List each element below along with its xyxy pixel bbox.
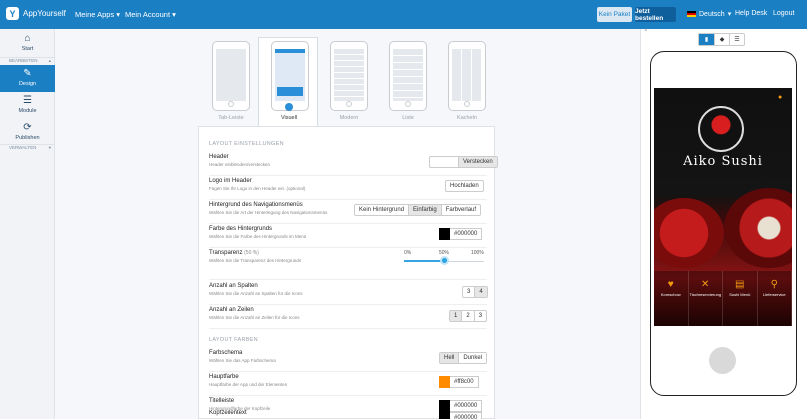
upload-button[interactable]: Hochladen — [445, 180, 484, 192]
sushi-logo-icon — [698, 106, 744, 152]
device-switcher[interactable]: ▮ ◆ ☰ — [698, 33, 745, 46]
layout-thumb-tiles[interactable] — [448, 41, 486, 111]
heart-icon: ♥ — [667, 279, 674, 290]
edit-icon: ✎ — [23, 68, 32, 79]
sidebar-section-edit: BEARBEITEN ▴ — [0, 57, 55, 65]
sidebar-item-publish[interactable]: ⟳ Publishen — [0, 119, 55, 146]
list-device-icon[interactable]: ☰ — [729, 34, 744, 45]
bg-color-picker[interactable]: #000000 — [439, 228, 483, 240]
setting-header: Header Header einblenden/verstecken Vers… — [209, 154, 498, 176]
menu-tiles: ♥ Koreschow ✕ Tischreservierung ▤ Sushi Men… — [654, 271, 792, 326]
settings-panel: LAYOUT EINSTELLUNGEN Header Header einbl… — [198, 126, 498, 419]
app-name: AppYourself — [23, 9, 66, 18]
logout-link[interactable]: Logout — [773, 10, 794, 17]
setting-logo: Logo im Header Fügen Sie Ihr Logo in den… — [209, 178, 487, 200]
setting-columns: Anzahl an Spalten Wählen Sie die Anzahl … — [209, 283, 488, 305]
app-logo[interactable]: Y AppYourself — [6, 7, 66, 20]
tile-reservation[interactable]: ✕ Tischreservierung — [688, 271, 723, 326]
user-icon[interactable]: ● — [778, 94, 786, 102]
language-select[interactable]: Deutsch ▾ — [687, 10, 731, 18]
cutlery-icon: ✕ — [701, 279, 710, 290]
main-color-picker[interactable]: #ff8c00 — [439, 376, 479, 388]
phone-home-button — [709, 347, 736, 374]
color-swatch — [439, 376, 450, 388]
color-swatch — [439, 412, 450, 419]
tile-delivery[interactable]: ⚲ Lieferservice — [757, 271, 792, 326]
layout-label-tiles: Kacheln — [457, 115, 477, 121]
layout-label-list: Liste — [402, 115, 414, 121]
sidebar-item-module[interactable]: ☰ Module — [0, 92, 55, 119]
scheme-toggle[interactable]: Hell Dunkel — [439, 352, 488, 364]
sidebar-item-start[interactable]: ⌂ Start — [0, 30, 55, 57]
columns-toggle[interactable]: 3 4 — [462, 286, 488, 298]
setting-main-color: Hauptfarbe Hauptfarbe der App und der El… — [209, 374, 487, 396]
app-preview-screen: Aiko Sushi ● ♥ Koreschow ✕ Tischreservieru… — [654, 88, 792, 326]
sidebar-item-design[interactable]: ✎ Design — [0, 65, 55, 92]
tablet-device-icon[interactable]: ◆ — [714, 34, 729, 45]
help-desk-link[interactable]: Help Desk — [735, 10, 767, 17]
section-layout-colors: LAYOUT FARBEN — [209, 337, 258, 343]
app-title: Aiko Sushi — [683, 154, 763, 169]
menu-icon: ☰ — [23, 95, 32, 106]
preview-pane: × ▮ ◆ ☰ Aiko Sushi ● ♥ Koreschow ✕ Tischre… — [640, 28, 807, 419]
layout-thumb-list[interactable] — [389, 41, 427, 111]
header-text-color-picker[interactable]: #000000 — [439, 412, 483, 419]
refresh-icon: ⟳ — [23, 122, 32, 133]
logo-icon: Y — [6, 7, 19, 20]
layout-label-tab-bar: Tab-Leiste — [218, 115, 244, 121]
bike-icon: ⚲ — [770, 279, 778, 290]
header-toggle[interactable]: Verstecken — [429, 156, 498, 168]
layout-thumb-tab-bar[interactable] — [212, 41, 250, 111]
setting-transparency: Transparenz (50 %) Wählen Sie die Transp… — [209, 250, 487, 280]
phone-frame: Aiko Sushi ● ♥ Koreschow ✕ Tischreservieru… — [650, 51, 797, 396]
section-layout-settings: LAYOUT EINSTELLUNGEN — [209, 141, 284, 147]
setting-color-scheme: Farbschema Wählen Sie das App Farbschema… — [209, 350, 488, 372]
nav-my-account[interactable]: Mein Account ▾ — [125, 10, 176, 19]
color-swatch — [439, 228, 450, 240]
book-icon: ▤ — [735, 279, 745, 290]
sidebar-section-manage: VERWALTEN ▾ — [0, 144, 55, 152]
main-content: Tab-Leiste Visuell Modern Liste Kacheln … — [55, 29, 640, 419]
setting-bg-color: Farbe des Hintergrunds Wählen Sie die Fa… — [209, 226, 487, 248]
transparency-slider-handle[interactable] — [440, 256, 449, 265]
setting-header-text: Kopfzeilentext #000000 — [209, 410, 487, 419]
layout-label-modern: Modern — [339, 115, 359, 121]
german-flag-icon — [687, 11, 696, 17]
buy-button[interactable]: Jetzt bestellen — [635, 7, 676, 22]
rows-toggle[interactable]: 1 2 3 — [449, 310, 488, 322]
top-bar: Y AppYourself Meine Apps ▾ Mein Account … — [0, 0, 807, 29]
layout-thumb-modern[interactable] — [330, 41, 368, 111]
tile-kontakt[interactable]: ♥ Koreschow — [654, 271, 689, 326]
tile-menu[interactable]: ▤ Sushi Menü — [723, 271, 758, 326]
home-icon: ⌂ — [24, 33, 31, 44]
setting-nav-background: Hintergrund des Navigationsmenüs Wählen … — [209, 202, 487, 224]
transparency-fill — [404, 260, 444, 262]
layout-thumb-visual[interactable] — [271, 41, 309, 111]
close-preview-icon[interactable]: × — [644, 28, 648, 34]
layout-label-visual: Visuell — [280, 115, 298, 121]
setting-rows: Anzahl an Zeilen Wählen Sie die Anzahl a… — [209, 307, 488, 329]
sidebar: ⌂ Start BEARBEITEN ▴ ✎ Design ☰ Module ⟳ … — [0, 29, 55, 419]
nav-my-apps[interactable]: Meine Apps ▾ — [75, 10, 120, 19]
plan-button[interactable]: Kein Paket — [597, 7, 632, 22]
nav-background-toggle[interactable]: Kein Hintergrund Einfarbig Farbverlauf — [354, 204, 482, 216]
phone-device-icon[interactable]: ▮ — [699, 34, 714, 45]
